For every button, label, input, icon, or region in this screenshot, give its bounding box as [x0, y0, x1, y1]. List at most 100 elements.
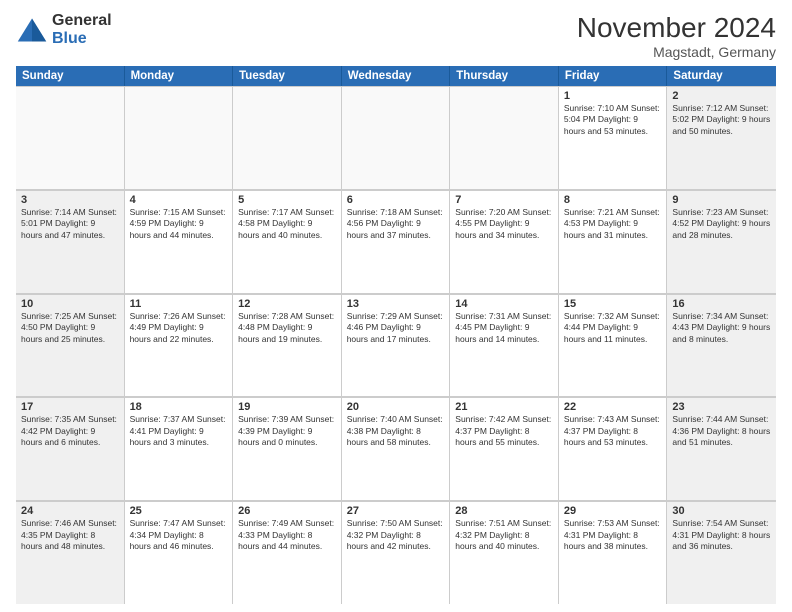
header-day-tuesday: Tuesday: [233, 66, 342, 86]
location: Magstadt, Germany: [577, 44, 776, 60]
calendar-cell-21: 21Sunrise: 7:42 AM Sunset: 4:37 PM Dayli…: [450, 398, 559, 500]
day-info: Sunrise: 7:51 AM Sunset: 4:32 PM Dayligh…: [455, 518, 553, 552]
day-number: 2: [672, 90, 771, 102]
calendar-cell-15: 15Sunrise: 7:32 AM Sunset: 4:44 PM Dayli…: [559, 295, 668, 397]
day-number: 15: [564, 298, 662, 310]
day-number: 8: [564, 194, 662, 206]
calendar-cell-19: 19Sunrise: 7:39 AM Sunset: 4:39 PM Dayli…: [233, 398, 342, 500]
calendar-cell-12: 12Sunrise: 7:28 AM Sunset: 4:48 PM Dayli…: [233, 295, 342, 397]
day-number: 11: [130, 298, 228, 310]
day-number: 23: [672, 401, 771, 413]
day-number: 3: [21, 194, 119, 206]
day-number: 16: [672, 298, 771, 310]
calendar-cell-20: 20Sunrise: 7:40 AM Sunset: 4:38 PM Dayli…: [342, 398, 451, 500]
day-info: Sunrise: 7:21 AM Sunset: 4:53 PM Dayligh…: [564, 207, 662, 241]
day-number: 1: [564, 90, 662, 102]
header-day-sunday: Sunday: [16, 66, 125, 86]
day-info: Sunrise: 7:31 AM Sunset: 4:45 PM Dayligh…: [455, 311, 553, 345]
day-number: 25: [130, 505, 228, 517]
day-info: Sunrise: 7:34 AM Sunset: 4:43 PM Dayligh…: [672, 311, 771, 345]
day-number: 17: [21, 401, 119, 413]
day-number: 27: [347, 505, 445, 517]
day-number: 26: [238, 505, 336, 517]
day-info: Sunrise: 7:50 AM Sunset: 4:32 PM Dayligh…: [347, 518, 445, 552]
day-number: 20: [347, 401, 445, 413]
title-block: November 2024 Magstadt, Germany: [577, 12, 776, 60]
day-info: Sunrise: 7:29 AM Sunset: 4:46 PM Dayligh…: [347, 311, 445, 345]
calendar-cell-24: 24Sunrise: 7:46 AM Sunset: 4:35 PM Dayli…: [16, 502, 125, 604]
week-row-1: 1Sunrise: 7:10 AM Sunset: 5:04 PM Daylig…: [16, 86, 776, 190]
calendar: SundayMondayTuesdayWednesdayThursdayFrid…: [16, 66, 776, 604]
day-info: Sunrise: 7:43 AM Sunset: 4:37 PM Dayligh…: [564, 414, 662, 448]
calendar-cell-6: 6Sunrise: 7:18 AM Sunset: 4:56 PM Daylig…: [342, 191, 451, 293]
calendar-cell-14: 14Sunrise: 7:31 AM Sunset: 4:45 PM Dayli…: [450, 295, 559, 397]
day-number: 24: [21, 505, 119, 517]
day-number: 18: [130, 401, 228, 413]
day-number: 5: [238, 194, 336, 206]
calendar-cell-1: 1Sunrise: 7:10 AM Sunset: 5:04 PM Daylig…: [559, 87, 668, 189]
day-number: 29: [564, 505, 662, 517]
day-info: Sunrise: 7:54 AM Sunset: 4:31 PM Dayligh…: [672, 518, 771, 552]
week-row-4: 17Sunrise: 7:35 AM Sunset: 4:42 PM Dayli…: [16, 397, 776, 501]
calendar-cell-17: 17Sunrise: 7:35 AM Sunset: 4:42 PM Dayli…: [16, 398, 125, 500]
day-info: Sunrise: 7:46 AM Sunset: 4:35 PM Dayligh…: [21, 518, 119, 552]
calendar-cell-empty-0-4: [450, 87, 559, 189]
day-info: Sunrise: 7:14 AM Sunset: 5:01 PM Dayligh…: [21, 207, 119, 241]
calendar-cell-10: 10Sunrise: 7:25 AM Sunset: 4:50 PM Dayli…: [16, 295, 125, 397]
page: General Blue November 2024 Magstadt, Ger…: [0, 0, 792, 612]
calendar-cell-9: 9Sunrise: 7:23 AM Sunset: 4:52 PM Daylig…: [667, 191, 776, 293]
calendar-cell-28: 28Sunrise: 7:51 AM Sunset: 4:32 PM Dayli…: [450, 502, 559, 604]
day-info: Sunrise: 7:12 AM Sunset: 5:02 PM Dayligh…: [672, 103, 771, 137]
day-info: Sunrise: 7:40 AM Sunset: 4:38 PM Dayligh…: [347, 414, 445, 448]
calendar-cell-5: 5Sunrise: 7:17 AM Sunset: 4:58 PM Daylig…: [233, 191, 342, 293]
calendar-cell-30: 30Sunrise: 7:54 AM Sunset: 4:31 PM Dayli…: [667, 502, 776, 604]
calendar-cell-29: 29Sunrise: 7:53 AM Sunset: 4:31 PM Dayli…: [559, 502, 668, 604]
calendar-cell-16: 16Sunrise: 7:34 AM Sunset: 4:43 PM Dayli…: [667, 295, 776, 397]
calendar-cell-empty-0-0: [16, 87, 125, 189]
day-number: 22: [564, 401, 662, 413]
calendar-cell-empty-0-1: [125, 87, 234, 189]
day-info: Sunrise: 7:32 AM Sunset: 4:44 PM Dayligh…: [564, 311, 662, 345]
header-day-thursday: Thursday: [450, 66, 559, 86]
calendar-cell-25: 25Sunrise: 7:47 AM Sunset: 4:34 PM Dayli…: [125, 502, 234, 604]
day-info: Sunrise: 7:15 AM Sunset: 4:59 PM Dayligh…: [130, 207, 228, 241]
day-number: 30: [672, 505, 771, 517]
day-info: Sunrise: 7:23 AM Sunset: 4:52 PM Dayligh…: [672, 207, 771, 241]
header-day-monday: Monday: [125, 66, 234, 86]
day-info: Sunrise: 7:35 AM Sunset: 4:42 PM Dayligh…: [21, 414, 119, 448]
calendar-cell-2: 2Sunrise: 7:12 AM Sunset: 5:02 PM Daylig…: [667, 87, 776, 189]
logo-text: General Blue: [52, 12, 112, 47]
calendar-cell-7: 7Sunrise: 7:20 AM Sunset: 4:55 PM Daylig…: [450, 191, 559, 293]
week-row-2: 3Sunrise: 7:14 AM Sunset: 5:01 PM Daylig…: [16, 190, 776, 294]
week-row-3: 10Sunrise: 7:25 AM Sunset: 4:50 PM Dayli…: [16, 294, 776, 398]
day-info: Sunrise: 7:20 AM Sunset: 4:55 PM Dayligh…: [455, 207, 553, 241]
day-number: 28: [455, 505, 553, 517]
day-number: 12: [238, 298, 336, 310]
logo: General Blue: [16, 12, 112, 47]
month-title: November 2024: [577, 12, 776, 44]
logo-blue-text: Blue: [52, 30, 112, 48]
calendar-cell-11: 11Sunrise: 7:26 AM Sunset: 4:49 PM Dayli…: [125, 295, 234, 397]
day-number: 4: [130, 194, 228, 206]
day-info: Sunrise: 7:44 AM Sunset: 4:36 PM Dayligh…: [672, 414, 771, 448]
calendar-cell-23: 23Sunrise: 7:44 AM Sunset: 4:36 PM Dayli…: [667, 398, 776, 500]
calendar-cell-4: 4Sunrise: 7:15 AM Sunset: 4:59 PM Daylig…: [125, 191, 234, 293]
day-info: Sunrise: 7:10 AM Sunset: 5:04 PM Dayligh…: [564, 103, 662, 137]
day-info: Sunrise: 7:17 AM Sunset: 4:58 PM Dayligh…: [238, 207, 336, 241]
day-number: 19: [238, 401, 336, 413]
day-info: Sunrise: 7:39 AM Sunset: 4:39 PM Dayligh…: [238, 414, 336, 448]
day-info: Sunrise: 7:28 AM Sunset: 4:48 PM Dayligh…: [238, 311, 336, 345]
calendar-cell-3: 3Sunrise: 7:14 AM Sunset: 5:01 PM Daylig…: [16, 191, 125, 293]
header-day-friday: Friday: [559, 66, 668, 86]
calendar-header: SundayMondayTuesdayWednesdayThursdayFrid…: [16, 66, 776, 86]
day-number: 7: [455, 194, 553, 206]
day-info: Sunrise: 7:53 AM Sunset: 4:31 PM Dayligh…: [564, 518, 662, 552]
day-number: 6: [347, 194, 445, 206]
logo-icon: [16, 16, 48, 44]
header: General Blue November 2024 Magstadt, Ger…: [16, 12, 776, 60]
day-info: Sunrise: 7:49 AM Sunset: 4:33 PM Dayligh…: [238, 518, 336, 552]
calendar-cell-22: 22Sunrise: 7:43 AM Sunset: 4:37 PM Dayli…: [559, 398, 668, 500]
day-number: 10: [21, 298, 119, 310]
day-info: Sunrise: 7:25 AM Sunset: 4:50 PM Dayligh…: [21, 311, 119, 345]
day-info: Sunrise: 7:42 AM Sunset: 4:37 PM Dayligh…: [455, 414, 553, 448]
